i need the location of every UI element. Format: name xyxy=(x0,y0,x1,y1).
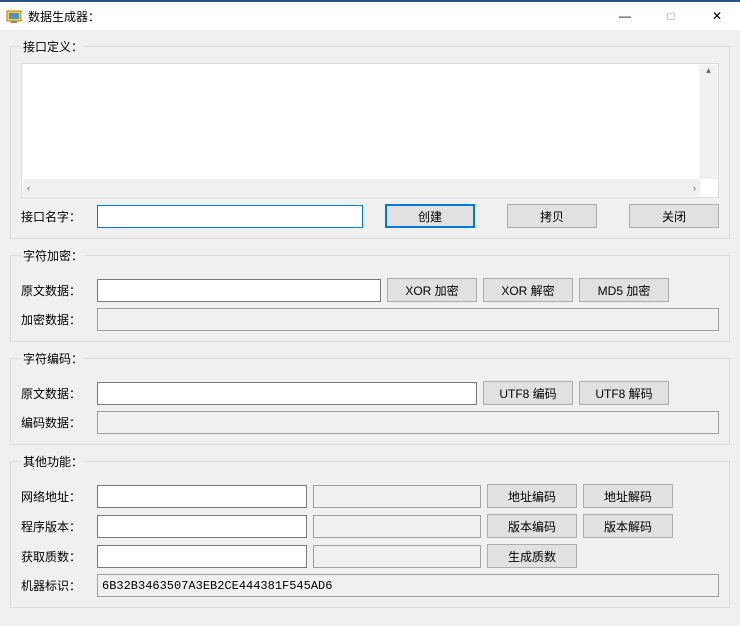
client-area: 接口定义： ‹› 接口名字： 创建 拷贝 关闭 字符加密： 原文数据： XOR … xyxy=(0,30,740,626)
encrypt-result-label: 加密数据： xyxy=(21,311,91,328)
ver-input-1[interactable] xyxy=(97,515,307,538)
prime-input-2 xyxy=(313,545,481,568)
app-icon xyxy=(6,8,22,24)
encode-result-label: 编码数据： xyxy=(21,414,91,431)
ver-decode-button[interactable]: 版本解码 xyxy=(583,514,673,538)
scrollbar-horizontal[interactable]: ‹› xyxy=(23,179,700,196)
close-button[interactable]: 关闭 xyxy=(629,204,719,228)
ver-input-2 xyxy=(313,515,481,538)
group-encrypt: 字符加密： 原文数据： XOR 加密 XOR 解密 MD5 加密 加密数据： xyxy=(10,247,730,342)
encode-result-output xyxy=(97,411,719,434)
copy-button[interactable]: 拷贝 xyxy=(507,204,597,228)
encrypt-plain-label: 原文数据： xyxy=(21,282,91,299)
addr-decode-button[interactable]: 地址解码 xyxy=(583,484,673,508)
ver-label: 程序版本： xyxy=(21,518,91,535)
create-button[interactable]: 创建 xyxy=(385,204,475,228)
utf8-decode-button[interactable]: UTF8 解码 xyxy=(579,381,669,405)
addr-encode-button[interactable]: 地址编码 xyxy=(487,484,577,508)
encrypt-result-output xyxy=(97,308,719,331)
addr-label: 网络地址： xyxy=(21,488,91,505)
interface-textarea-wrap: ‹› xyxy=(21,63,719,198)
interface-name-label: 接口名字： xyxy=(21,208,91,225)
addr-input-2 xyxy=(313,485,481,508)
utf8-encode-button[interactable]: UTF8 编码 xyxy=(483,381,573,405)
minimize-button[interactable]: — xyxy=(602,2,648,30)
window-title: 数据生成器： xyxy=(28,8,602,25)
maximize-button: □ xyxy=(648,2,694,30)
group-encode: 字符编码： 原文数据： UTF8 编码 UTF8 解码 编码数据： xyxy=(10,350,730,445)
xor-decrypt-button[interactable]: XOR 解密 xyxy=(483,278,573,302)
close-window-button[interactable]: ✕ xyxy=(694,2,740,30)
md5-encrypt-button[interactable]: MD5 加密 xyxy=(579,278,669,302)
group-interface: 接口定义： ‹› 接口名字： 创建 拷贝 关闭 xyxy=(10,38,730,239)
encode-plain-input[interactable] xyxy=(97,382,477,405)
encode-plain-label: 原文数据： xyxy=(21,385,91,402)
interface-name-input[interactable] xyxy=(97,205,363,228)
interface-textarea[interactable] xyxy=(23,65,717,196)
group-other-legend: 其他功能： xyxy=(21,453,85,470)
gen-prime-button[interactable]: 生成质数 xyxy=(487,544,577,568)
ver-encode-button[interactable]: 版本编码 xyxy=(487,514,577,538)
machine-id-output xyxy=(97,574,719,597)
encrypt-plain-input[interactable] xyxy=(97,279,381,302)
prime-input-1[interactable] xyxy=(97,545,307,568)
group-encrypt-legend: 字符加密： xyxy=(21,247,85,264)
addr-input-1[interactable] xyxy=(97,485,307,508)
xor-encrypt-button[interactable]: XOR 加密 xyxy=(387,278,477,302)
group-other: 其他功能： 网络地址： 地址编码 地址解码 程序版本： 版本编码 版本解码 获取… xyxy=(10,453,730,608)
scrollbar-vertical[interactable] xyxy=(700,65,717,179)
group-interface-legend: 接口定义： xyxy=(21,38,85,55)
group-encode-legend: 字符编码： xyxy=(21,350,85,367)
prime-label: 获取质数： xyxy=(21,548,91,565)
titlebar: 数据生成器： — □ ✕ xyxy=(0,0,740,30)
machine-id-label: 机器标识： xyxy=(21,577,91,594)
